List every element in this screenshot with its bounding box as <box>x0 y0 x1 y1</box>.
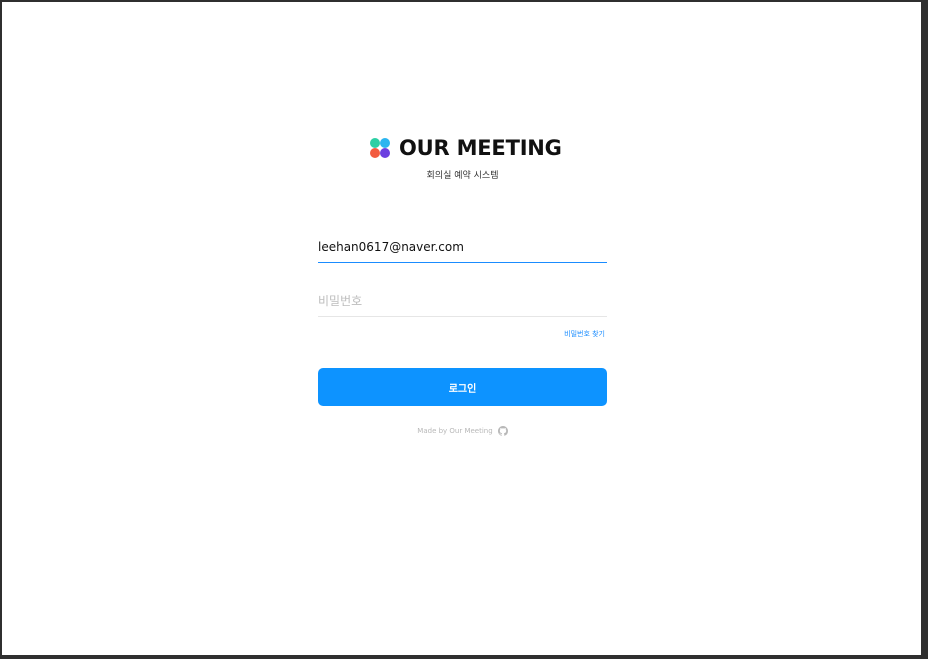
github-icon[interactable] <box>497 426 508 436</box>
four-dots-logo-icon <box>370 138 390 158</box>
password-input[interactable] <box>318 286 607 317</box>
find-password-link[interactable]: 비밀번호 찾기 <box>564 329 605 339</box>
logo-dot-teal <box>370 138 380 148</box>
brand-name: OUR MEETING <box>399 136 562 160</box>
logo-dot-purple <box>380 148 390 158</box>
login-page: OUR MEETING 회의실 예약 시스템 비밀번호 찾기 로그인 Made … <box>2 2 921 655</box>
footer: Made by Our Meeting <box>318 426 607 436</box>
footer-credit: Made by Our Meeting <box>417 427 493 435</box>
app-subtitle: 회의실 예약 시스템 <box>426 171 499 181</box>
login-button[interactable]: 로그인 <box>318 368 607 406</box>
logo-dot-red <box>370 148 380 158</box>
brand-header: OUR MEETING <box>370 136 562 160</box>
email-input[interactable] <box>318 232 607 263</box>
logo-dot-blue <box>380 138 390 148</box>
